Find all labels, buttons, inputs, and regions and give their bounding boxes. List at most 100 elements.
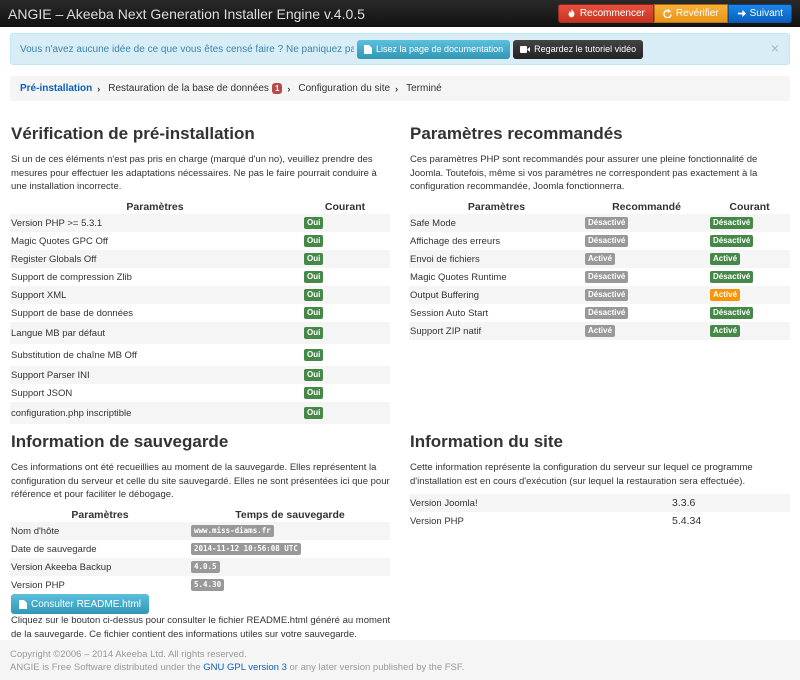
status-badge: Oui xyxy=(304,217,324,229)
table-row: Safe Mode Désactivé Désactivé xyxy=(409,214,790,232)
recheck-button-label: Revérifier xyxy=(675,8,719,19)
row-param-name: Support XML xyxy=(10,286,300,304)
row-recommended-cell: Désactivé xyxy=(584,268,709,286)
table-row: Envoi de fichiers Activé Activé xyxy=(409,250,790,268)
status-badge: Oui xyxy=(304,271,324,283)
next-button[interactable]: Suivant xyxy=(727,4,792,23)
fire-icon xyxy=(568,9,575,18)
restart-button[interactable]: Recommencer xyxy=(557,4,654,23)
row-value: 5.4.34 xyxy=(672,515,702,527)
row-param-name: Nom d'hôte xyxy=(10,522,190,540)
status-badge: Oui xyxy=(304,387,324,399)
recommended-description: Ces paramètres PHP sont recommandés pour… xyxy=(410,154,758,192)
row-current-cell: Oui xyxy=(300,402,390,424)
recommended-badge: Activé xyxy=(585,253,616,265)
status-badge: Oui xyxy=(304,253,324,265)
row-param-name: Support de compression Zlib xyxy=(11,271,132,283)
row-current-cell: Oui xyxy=(300,268,390,286)
row-current-cell: Désactivé xyxy=(709,268,790,286)
row-value-cell: 5.4.30 xyxy=(190,576,390,594)
site-description: Cette information représente la configur… xyxy=(410,462,753,487)
row-current-cell: Oui xyxy=(300,344,390,366)
table-row: Support ZIP natif Activé Activé xyxy=(409,322,790,340)
restart-button-label: Recommencer xyxy=(579,8,645,19)
row-param-name: configuration.php inscriptible xyxy=(10,402,300,424)
recheck-button[interactable]: Revérifier xyxy=(653,4,728,23)
table-row: Date de sauvegarde 2014-11-12 10:56:08 UT… xyxy=(10,540,390,558)
table-row: Support JSON Oui xyxy=(10,384,390,402)
row-current-cell: Désactivé xyxy=(709,232,790,250)
status-badge: Désactivé xyxy=(710,271,754,283)
gpl-link[interactable]: GNU GPL version 3 xyxy=(203,662,287,673)
row-current-cell: Oui xyxy=(300,304,390,322)
next-button-label: Suivant xyxy=(749,8,783,19)
top-navbar: ANGIE – Akeeba Next Generation Installer… xyxy=(0,0,800,27)
row-value: 3.3.6 xyxy=(671,494,790,512)
row-value-cell: www.miss-diams.fr xyxy=(190,522,390,540)
row-current-cell: Oui xyxy=(300,214,390,232)
row-current-cell: Oui xyxy=(300,232,390,250)
breadcrumb-item-preinstall: Pré-installation xyxy=(20,83,93,94)
table-row: Session Auto Start Désactivé Désactivé xyxy=(409,304,790,322)
status-badge: Désactivé xyxy=(710,217,754,229)
row-param-name: Version PHP xyxy=(410,515,464,527)
table-row: Output Buffering Désactivé Activé xyxy=(409,286,790,304)
table-row: Support de base de données Oui xyxy=(10,304,390,322)
site-title: Information du site xyxy=(410,432,563,451)
row-recommended-cell: Désactivé xyxy=(584,214,709,232)
footer-license-suffix: or any later version published by the FS… xyxy=(289,662,465,673)
value-badge: 4.0.5 xyxy=(191,561,220,573)
row-current-cell: Oui xyxy=(300,366,390,384)
close-icon[interactable]: × xyxy=(771,40,779,56)
row-param-name: Support ZIP natif xyxy=(409,322,584,340)
row-param-name: Magic Quotes GPC Off xyxy=(11,235,108,247)
row-param-name: Magic Quotes Runtime xyxy=(410,271,507,283)
row-current-cell: Activé xyxy=(709,286,790,304)
row-current-cell: Oui xyxy=(300,250,390,268)
row-value-cell: 4.0.5 xyxy=(190,558,390,576)
alert-text: Vous n'avez aucune idée de ce que vous ê… xyxy=(20,43,354,55)
backup-description: Ces informations ont été recueillies au … xyxy=(11,462,390,500)
row-param-name: Session Auto Start xyxy=(410,307,489,319)
row-recommended-cell: Désactivé xyxy=(584,232,709,250)
column-header-current: Courant xyxy=(729,201,770,213)
chevron-right-icon: › xyxy=(97,83,101,94)
table-row: Support de compression Zlib Oui xyxy=(10,268,390,286)
readme-button[interactable]: Consulter README.html xyxy=(11,594,150,614)
status-badge: Oui xyxy=(304,407,324,419)
status-badge: Oui xyxy=(304,349,324,361)
table-row: Magic Quotes GPC Off Oui xyxy=(10,232,390,250)
table-row: Magic Quotes Runtime Désactivé Désactivé xyxy=(409,268,790,286)
preinstall-description: Si un de ces éléments n'est pas pris en … xyxy=(11,154,377,192)
status-badge: Oui xyxy=(304,327,324,339)
row-recommended-cell: Désactivé xyxy=(584,286,709,304)
row-param-name: Affichage des erreurs xyxy=(410,235,501,247)
row-param-name: Date de sauvegarde xyxy=(11,543,97,555)
row-current-cell: Désactivé xyxy=(709,304,790,322)
video-camera-icon xyxy=(520,45,531,53)
table-row: Version PHP 5.4.30 xyxy=(10,576,390,594)
preinstall-title: Vérification de pré-installation xyxy=(11,124,255,143)
row-current-cell: Oui xyxy=(300,384,390,402)
table-row: Langue MB par défaut Oui xyxy=(10,322,390,344)
table-row: Nom d'hôte www.miss-diams.fr xyxy=(10,522,390,540)
table-row: Affichage des erreurs Désactivé Désactivé xyxy=(409,232,790,250)
status-badge: Oui xyxy=(304,307,324,319)
breadcrumb-badge: 1 xyxy=(271,83,283,94)
status-badge: Désactivé xyxy=(710,235,754,247)
column-header-param: Paramètres xyxy=(71,509,129,521)
status-badge: Activé xyxy=(710,325,741,337)
row-current-cell: Activé xyxy=(709,322,790,340)
row-param-name: Support Parser INI xyxy=(10,366,300,384)
breadcrumb-item-done: Terminé xyxy=(406,83,442,94)
video-tutorial-button[interactable]: Regardez le tutoriel vidéo xyxy=(513,39,644,59)
breadcrumb-item-database: Restauration de la base de données xyxy=(108,83,269,94)
backup-title: Information de sauvegarde xyxy=(11,432,229,451)
column-header-param: Paramètres xyxy=(126,201,184,213)
table-row: Version PHP 5.4.34 xyxy=(409,512,790,530)
video-tutorial-button-label: Regardez le tutoriel vidéo xyxy=(534,44,637,54)
documentation-button[interactable]: Lisez la page de documentation xyxy=(357,39,511,59)
row-current-cell: Activé xyxy=(709,250,790,268)
file-icon xyxy=(19,599,27,609)
recommended-badge: Désactivé xyxy=(585,271,629,283)
